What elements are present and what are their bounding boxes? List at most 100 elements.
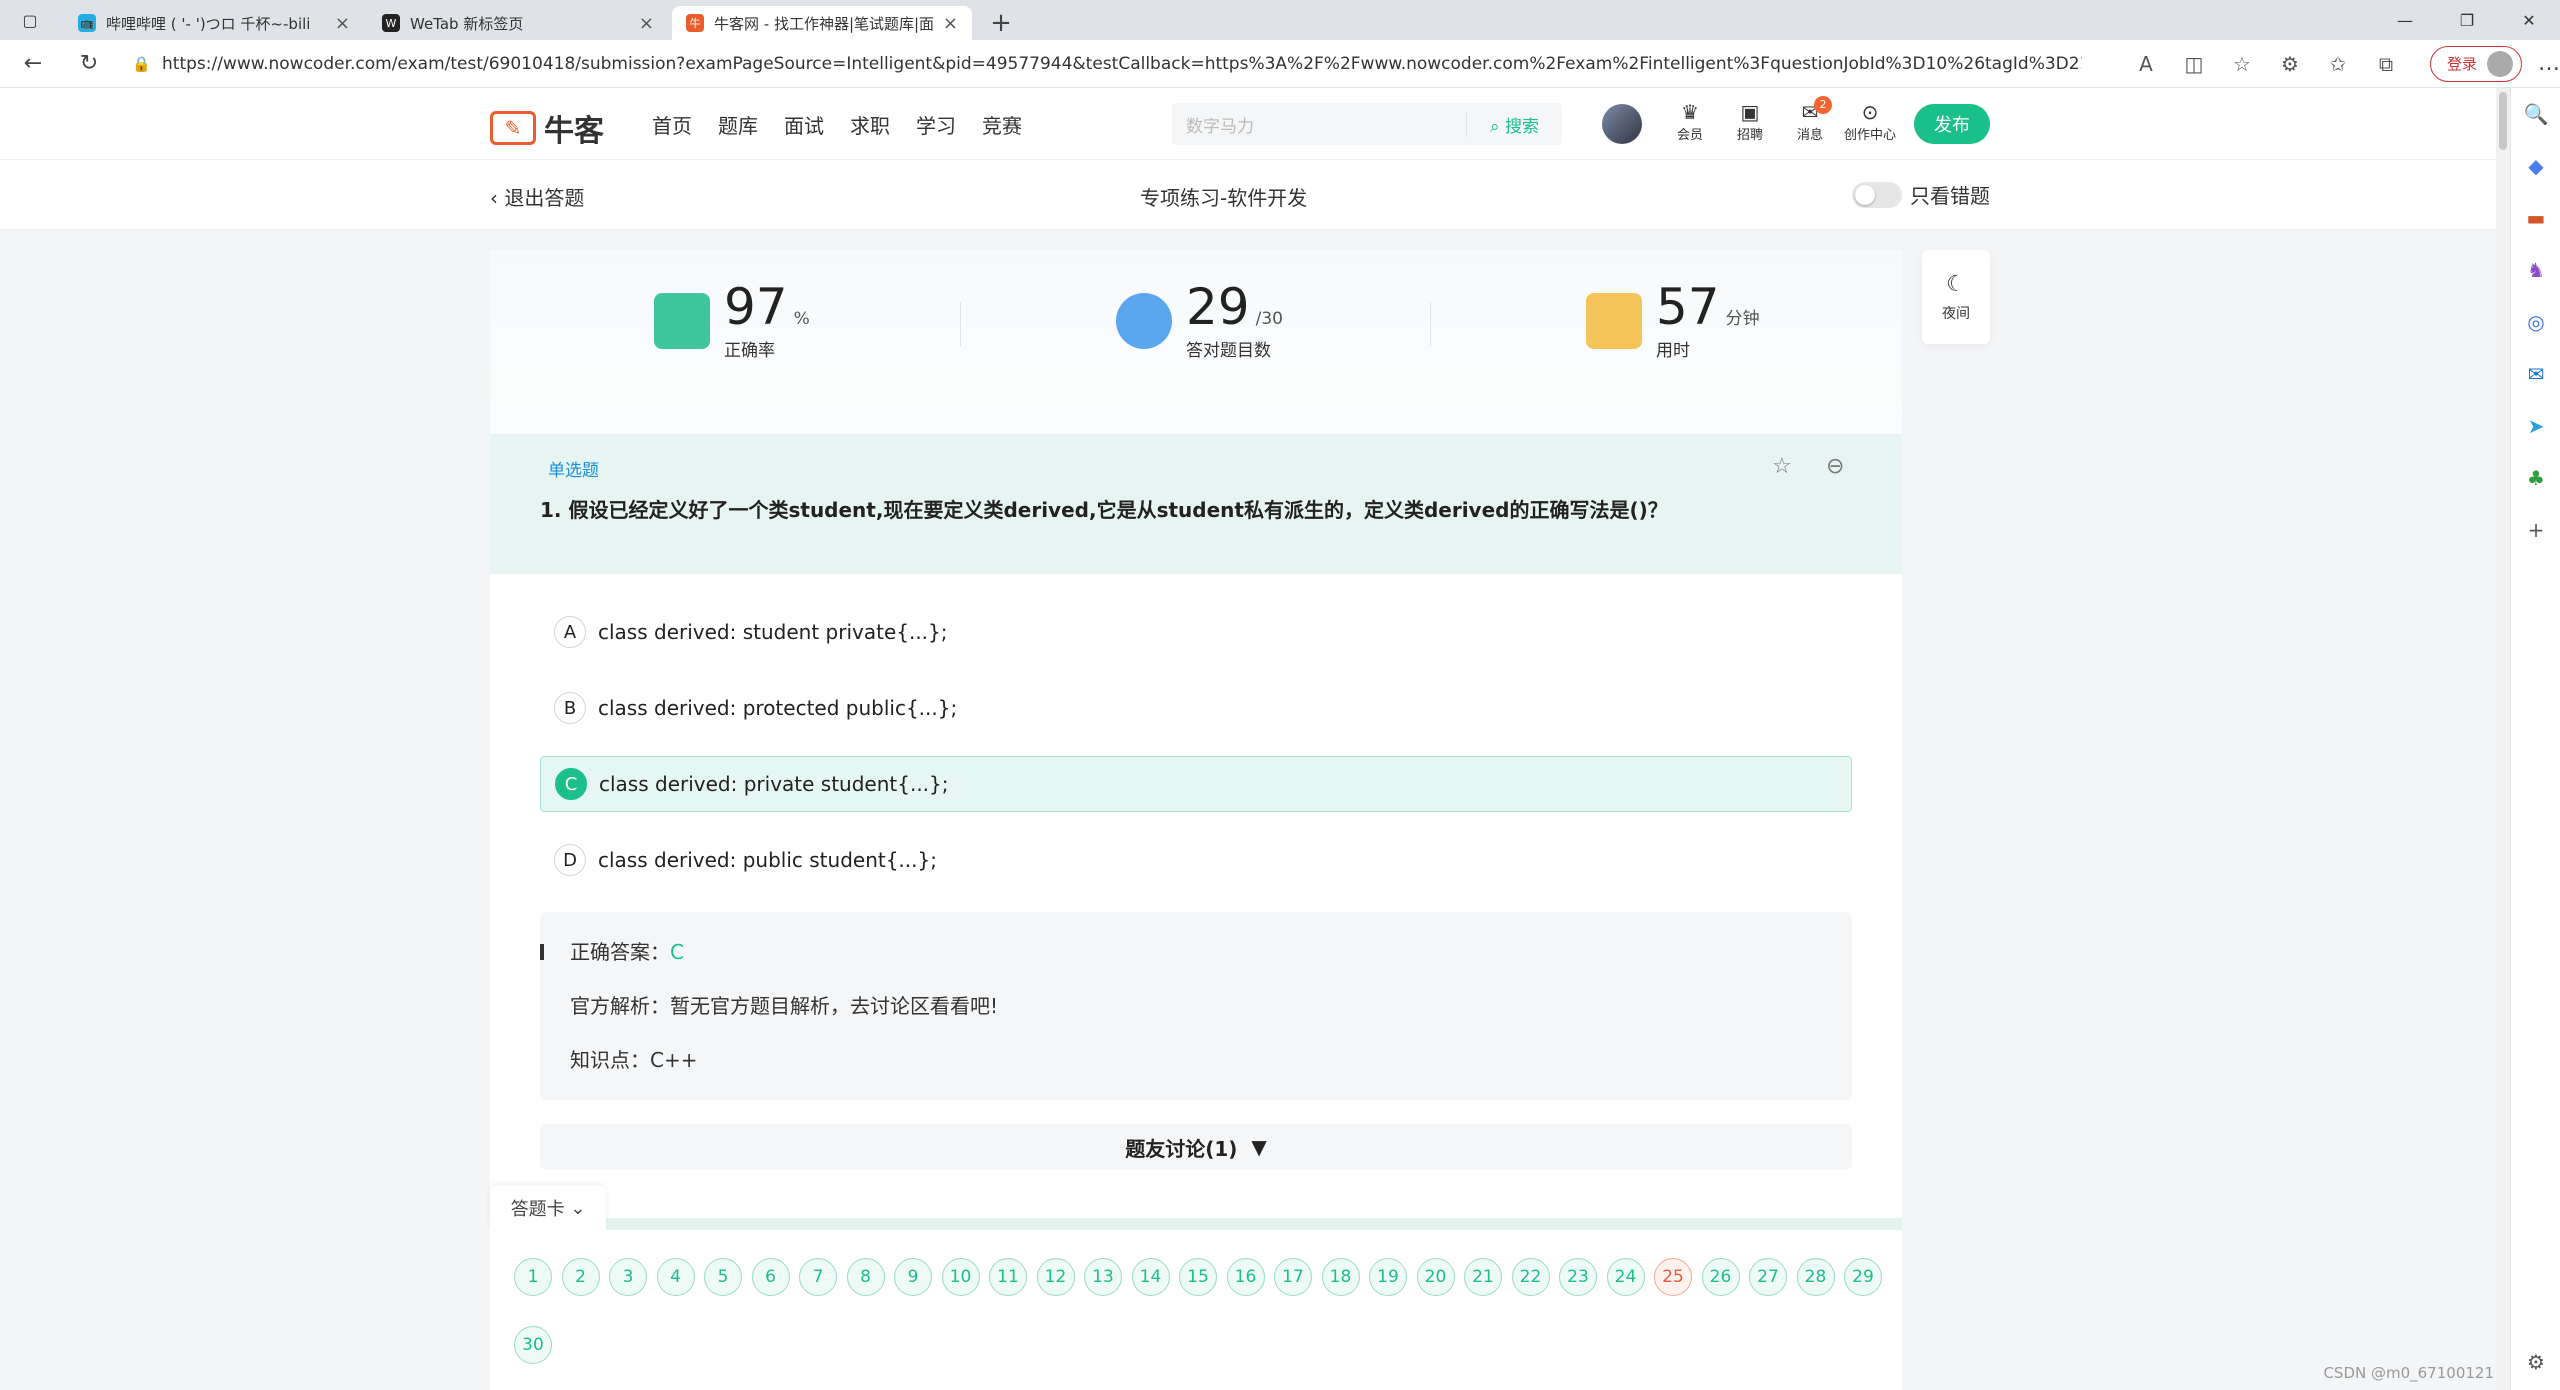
question-number[interactable]: 4 (656, 1258, 695, 1296)
page-scrollbar[interactable] (2496, 88, 2510, 1390)
question-number[interactable]: 29 (1844, 1258, 1882, 1296)
outlook-icon[interactable]: ✉ (2511, 348, 2560, 400)
stats-panel: 97% 正确率 29/30 答对题目数 57 分钟 用时 (490, 250, 1902, 434)
answer-card-tab[interactable]: 答题卡 ⌄ (490, 1186, 606, 1230)
exit-button[interactable]: ‹ 退出答题 (490, 182, 584, 211)
split-screen-icon[interactable]: ◫ (2170, 52, 2218, 76)
question-number[interactable]: 5 (704, 1258, 742, 1296)
toggle-switch[interactable] (1852, 181, 1902, 208)
chess-icon[interactable]: ♞ (2511, 244, 2560, 296)
header-icon-3[interactable]: ⊙ 创作中心 (1840, 100, 1900, 143)
question-number[interactable]: 17 (1274, 1258, 1312, 1296)
night-mode-button[interactable]: ☾ 夜间 (1922, 250, 1990, 344)
question-number[interactable]: 30 (514, 1326, 552, 1364)
question-number[interactable]: 25 (1654, 1258, 1692, 1296)
discussion-toggle[interactable]: 题友讨论(1) ▼ (540, 1124, 1852, 1170)
tab-title: 哔哩哔哩 ( '- ')つロ 千杯~-bili (106, 14, 311, 33)
address-bar: ← ↻ 🔒 https://www.nowcoder.com/exam/test… (0, 40, 2560, 88)
question-number[interactable]: 18 (1321, 1258, 1360, 1296)
question-number[interactable]: 15 (1179, 1258, 1217, 1296)
question-number[interactable]: 7 (799, 1258, 837, 1296)
question-number[interactable]: 28 (1796, 1258, 1835, 1296)
search-button[interactable]: ⌕ 搜索 (1466, 111, 1562, 137)
question-number[interactable]: 22 (1511, 1258, 1550, 1296)
url-field[interactable]: 🔒 https://www.nowcoder.com/exam/test/690… (132, 45, 2092, 82)
option-c[interactable]: Cclass derived: private student{...}; (540, 756, 1852, 812)
tab-close-icon[interactable]: × (639, 13, 654, 34)
question-number[interactable]: 1 (514, 1258, 552, 1296)
tag-icon[interactable]: ◆ (2511, 140, 2560, 192)
send-icon[interactable]: ➤ (2511, 400, 2560, 452)
question-number[interactable]: 19 (1369, 1258, 1407, 1296)
question-number[interactable]: 26 (1701, 1258, 1740, 1296)
add-icon[interactable]: + (2511, 504, 2560, 556)
more-icon[interactable]: … (2538, 51, 2560, 76)
only-wrong-label: 只看错题 (1910, 184, 1990, 208)
publish-button[interactable]: 发布 (1914, 104, 1990, 144)
search-box[interactable]: 数字马力 ⌕ 搜索 (1172, 103, 1562, 145)
logo-icon: ✎ (490, 111, 536, 145)
collections-icon[interactable]: ⧉ (2362, 52, 2410, 76)
question-number[interactable]: 23 (1559, 1258, 1597, 1296)
nav-item[interactable]: 求职 (850, 110, 890, 139)
star-icon[interactable]: ☆ (1772, 454, 1792, 479)
nav-item[interactable]: 竞赛 (982, 110, 1022, 139)
question-number[interactable]: 27 (1749, 1258, 1787, 1296)
browser-tab[interactable]: 牛牛客网 - 找工作神器|笔试题库|面 × (672, 6, 972, 40)
close-window-icon[interactable]: ✕ (2498, 0, 2560, 40)
browser-tab[interactable]: W WeTab 新标签页 × (368, 6, 668, 40)
extensions-icon[interactable]: ⚙ (2266, 52, 2314, 76)
nav-item[interactable]: 面试 (784, 110, 824, 139)
settings-icon[interactable]: ⚙ (2511, 1336, 2560, 1388)
medal-icon (1116, 292, 1172, 349)
question-number[interactable]: 10 (941, 1258, 980, 1296)
question-number[interactable]: 9 (894, 1258, 932, 1296)
option-d[interactable]: Dclass derived: public student{...}; (540, 832, 1852, 888)
question-number[interactable]: 24 (1606, 1258, 1645, 1296)
minus-circle-icon[interactable]: ⊖ (1826, 454, 1844, 479)
add-favorite-icon[interactable]: ☆ (2218, 52, 2266, 76)
tab-favicon-icon: 📺 (78, 14, 96, 32)
minimize-icon[interactable]: — (2374, 0, 2436, 40)
login-button[interactable]: 登录 (2429, 45, 2522, 82)
header-icon-2[interactable]: ✉ 消息 2 (1780, 96, 1840, 143)
search-icon[interactable]: 🔍 (2511, 88, 2560, 140)
question-number[interactable]: 8 (846, 1258, 885, 1296)
question-number[interactable]: 12 (1036, 1258, 1075, 1296)
new-tab-button[interactable]: + (984, 6, 1018, 40)
browser-tab[interactable]: 📺 哔哩哔哩 ( '- ')つロ 千杯~-bili × (64, 6, 364, 40)
tab-close-icon[interactable]: × (335, 13, 350, 34)
copilot-icon[interactable]: ◎ (2511, 296, 2560, 348)
favorites-icon[interactable]: ✩ (2314, 52, 2362, 76)
logo[interactable]: ✎ 牛客 (490, 106, 604, 150)
main-nav: 首页 题库 面试 求职 学习 竞赛 (652, 110, 1048, 139)
question-number[interactable]: 20 (1416, 1258, 1455, 1296)
search-input[interactable]: 数字马力 (1172, 112, 1466, 137)
tools-icon[interactable]: ▬ (2511, 192, 2560, 244)
tree-icon[interactable]: ♣ (2511, 452, 2560, 504)
nav-item[interactable]: 首页 (652, 110, 692, 139)
header-icon-0[interactable]: ♛ 会员 (1660, 100, 1720, 143)
restore-icon[interactable]: ❐ (2436, 0, 2498, 40)
question-number[interactable]: 6 (751, 1258, 790, 1296)
header-icon-1[interactable]: ▣ 招聘 (1720, 100, 1780, 143)
question-number[interactable]: 21 (1464, 1258, 1502, 1296)
question-number[interactable]: 11 (989, 1258, 1027, 1296)
user-avatar[interactable] (1602, 104, 1642, 144)
refresh-icon[interactable]: ↻ (66, 41, 112, 87)
back-icon[interactable]: ← (10, 41, 56, 87)
nav-item[interactable]: 学习 (916, 110, 956, 139)
option-a[interactable]: Aclass derived: student private{...}; (540, 604, 1852, 660)
question-number[interactable]: 2 (561, 1258, 600, 1296)
question-number[interactable]: 3 (609, 1258, 647, 1296)
read-aloud-icon[interactable]: A (2122, 52, 2170, 76)
tab-close-icon[interactable]: × (943, 13, 958, 34)
tab-actions-icon[interactable]: ▢ (0, 0, 60, 40)
question-number[interactable]: 14 (1131, 1258, 1170, 1296)
option-b[interactable]: Bclass derived: protected public{...}; (540, 680, 1852, 736)
profile-avatar (2487, 50, 2513, 77)
question-number[interactable]: 16 (1226, 1258, 1265, 1296)
nav-item[interactable]: 题库 (718, 110, 758, 139)
only-wrong-toggle[interactable]: 只看错题 (1852, 180, 1990, 209)
question-number[interactable]: 13 (1084, 1258, 1122, 1296)
